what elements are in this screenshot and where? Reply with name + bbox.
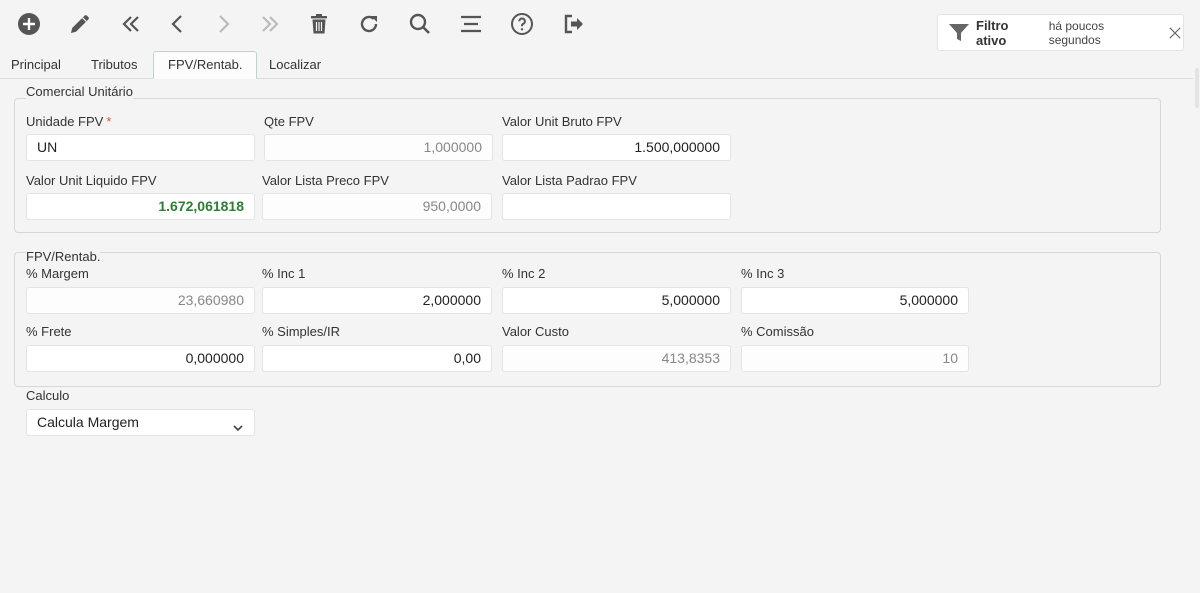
close-icon[interactable] (1167, 25, 1183, 41)
valor-custo-label: Valor Custo (502, 324, 569, 339)
exit-icon[interactable] (559, 9, 589, 39)
fpv-rentab-legend: FPV/Rentab. (26, 249, 101, 264)
valor-lista-preco-label: Valor Lista Preco FPV (262, 173, 389, 188)
list-icon[interactable] (456, 9, 486, 39)
valor-custo-field[interactable]: 413,8353 (502, 345, 731, 372)
calculo-label: Calculo (26, 388, 70, 403)
first-icon[interactable] (116, 9, 146, 39)
inc3-label: % Inc 3 (741, 266, 785, 281)
inc3-field[interactable]: 5,000000 (741, 287, 969, 314)
frete-label: % Frete (26, 324, 72, 339)
inc1-field[interactable]: 2,000000 (262, 287, 492, 314)
search-icon[interactable] (405, 9, 435, 39)
required-marker: * (106, 114, 112, 129)
chevron-down-icon (232, 417, 244, 432)
inc2-label: % Inc 2 (502, 266, 546, 281)
valor-unit-liquido-label: Valor Unit Liquido FPV (26, 173, 157, 188)
valor-lista-padrao-label: Valor Lista Padrao FPV (502, 173, 637, 188)
delete-icon[interactable] (304, 9, 334, 39)
valor-lista-padrao-field[interactable] (502, 193, 731, 220)
tab-fpv-rentab[interactable]: FPV/Rentab. (153, 51, 258, 79)
active-filter-badge: Filtro ativo há poucos segundos (937, 14, 1184, 51)
scrollbar-thumb[interactable] (1195, 68, 1199, 108)
valor-unit-bruto-label: Valor Unit Bruto FPV (502, 114, 622, 129)
qte-fpv-field[interactable]: 1,000000 (264, 134, 493, 161)
valor-unit-liquido-field[interactable]: 1.672,061818 (26, 193, 255, 220)
margem-field[interactable]: 23,660980 (26, 287, 255, 314)
valor-lista-preco-field[interactable]: 950,0000 (262, 193, 492, 220)
simples-ir-field[interactable]: 0,00 (262, 345, 492, 372)
edit-icon[interactable] (65, 9, 95, 39)
comercial-unitario-legend: Comercial Unitário (26, 84, 133, 99)
toolbar (0, 0, 700, 50)
margem-label: % Margem (26, 266, 89, 281)
valor-unit-bruto-field[interactable]: 1.500,000000 (502, 134, 731, 161)
filter-timestamp: há poucos segundos (1048, 18, 1105, 47)
refresh-icon[interactable] (354, 9, 384, 39)
unidade-fpv-field[interactable]: UN (26, 134, 255, 161)
inc1-label: % Inc 1 (262, 266, 306, 281)
help-icon[interactable] (507, 9, 537, 39)
next-icon[interactable] (208, 9, 238, 39)
previous-icon[interactable] (163, 9, 193, 39)
qte-fpv-label: Qte FPV (264, 114, 314, 129)
calculo-selected-value: Calcula Margem (37, 414, 139, 430)
simples-ir-label: % Simples/IR (262, 324, 341, 339)
tab-tributos[interactable]: Tributos (80, 51, 148, 79)
tab-localizar[interactable]: Localizar (258, 51, 332, 79)
frete-field[interactable]: 0,000000 (26, 345, 255, 372)
tab-principal[interactable]: Principal (0, 51, 72, 79)
comissao-label: % Comissão (741, 324, 814, 339)
vertical-scrollbar[interactable] (1193, 0, 1200, 593)
tab-bar: Principal Tributos FPV/Rentab. Localizar (0, 51, 1193, 79)
comissao-field[interactable]: 10 (741, 345, 969, 372)
unidade-fpv-label: Unidade FPV * (26, 114, 112, 129)
inc2-field[interactable]: 5,000000 (502, 287, 731, 314)
filter-icon (948, 23, 970, 43)
calculo-select[interactable]: Calcula Margem (26, 409, 255, 436)
filter-title: Filtro ativo (976, 17, 1009, 48)
last-icon[interactable] (255, 9, 285, 39)
add-icon[interactable] (14, 9, 44, 39)
